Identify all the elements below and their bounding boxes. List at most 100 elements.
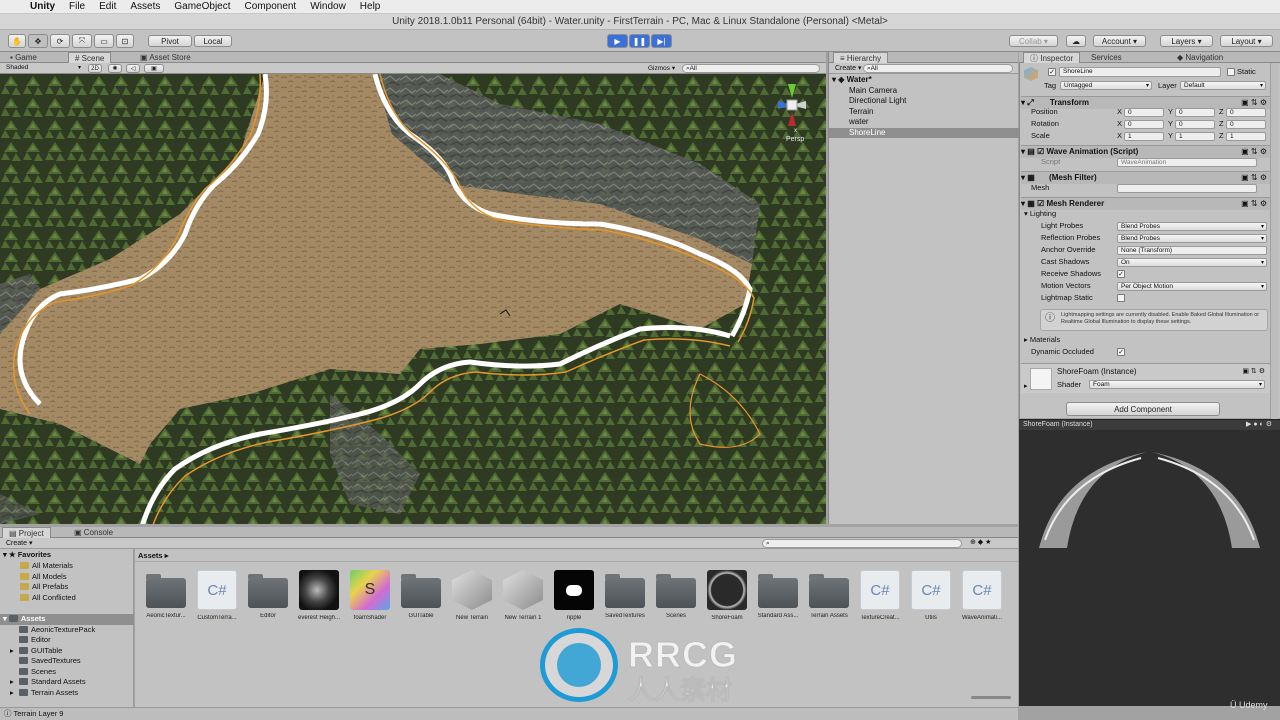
- shading-mode-dropdown[interactable]: Shaded: [3, 64, 83, 73]
- account-dropdown[interactable]: Account ▾: [1093, 35, 1146, 47]
- position-x-field[interactable]: 0: [1124, 108, 1164, 117]
- asset-item[interactable]: C# WaveAnimati...: [957, 570, 1007, 621]
- asset-item[interactable]: SfoamShader: [345, 570, 395, 621]
- tab-console[interactable]: ▣ Console: [68, 527, 119, 538]
- persp-label[interactable]: Persp: [786, 136, 804, 143]
- component-settings-icon[interactable]: ▣ ⇅ ⚙: [1242, 367, 1265, 375]
- tree-item[interactable]: Editor: [0, 635, 134, 646]
- tab-inspector[interactable]: ⓘ Inspector: [1023, 52, 1081, 63]
- hand-tool-icon[interactable]: ✋: [8, 34, 26, 48]
- tree-item[interactable]: ▸ GUITable: [0, 646, 134, 657]
- favorites-header[interactable]: ▾ ★ Favorites: [0, 550, 134, 561]
- tag-dropdown[interactable]: Untagged: [1060, 81, 1152, 90]
- hierarchy-search-input[interactable]: ⌕All: [863, 64, 1013, 73]
- material-preview[interactable]: [1019, 430, 1280, 706]
- tab-hierarchy[interactable]: ≡ Hierarchy: [833, 52, 889, 63]
- menu-component[interactable]: Component: [245, 1, 297, 12]
- menu-gameobject[interactable]: GameObject: [174, 1, 230, 12]
- hierarchy-scene-root[interactable]: ▾ ◈ Water*: [832, 75, 1022, 86]
- menu-edit[interactable]: Edit: [99, 1, 116, 12]
- project-create-button[interactable]: Create ▾: [6, 539, 32, 547]
- material-foldout-arrow[interactable]: ▸: [1024, 382, 1028, 390]
- mesh-field[interactable]: [1117, 184, 1257, 193]
- rotate-tool-icon[interactable]: ⟳: [50, 34, 70, 48]
- asset-item[interactable]: Scenes: [651, 570, 701, 619]
- hierarchy-item-water[interactable]: water: [829, 117, 1019, 128]
- tree-item[interactable]: AeonicTexturePack: [0, 625, 134, 636]
- layers-dropdown[interactable]: Layers ▾: [1160, 35, 1213, 47]
- reflection-probes-dropdown[interactable]: Blend Probes: [1117, 234, 1267, 243]
- preview-controls-icon[interactable]: ▶ ● ◐ ⚙: [1246, 420, 1272, 430]
- pivot-toggle[interactable]: Pivot: [148, 35, 192, 47]
- dynamic-occluded-checkbox[interactable]: ✓: [1117, 348, 1125, 356]
- audio-toggle-icon[interactable]: ◁: [126, 64, 140, 73]
- scene-search-input[interactable]: ⌕All: [682, 64, 820, 73]
- tree-expand-arrow[interactable]: ▸: [10, 688, 19, 699]
- tree-expand-arrow[interactable]: ▸: [10, 646, 19, 657]
- tree-item[interactable]: SavedTextures: [0, 656, 134, 667]
- menu-app[interactable]: Unity: [30, 1, 55, 12]
- asset-item[interactable]: C# TextureCreat...: [855, 570, 905, 621]
- menu-assets[interactable]: Assets: [130, 1, 160, 12]
- step-button[interactable]: ▶|: [651, 34, 672, 48]
- tab-project[interactable]: ▤ Project: [2, 527, 51, 538]
- scale-tool-icon[interactable]: ⤧: [72, 34, 92, 48]
- scene-gizmo[interactable]: x Persp: [772, 80, 812, 144]
- favorite-all-materials[interactable]: All Materials: [0, 561, 134, 572]
- inspector-scrollbar[interactable]: [1270, 63, 1278, 419]
- asset-item[interactable]: Standard Ass...: [753, 570, 803, 619]
- gizmos-dropdown[interactable]: Gizmos ▾: [648, 64, 675, 72]
- static-checkbox[interactable]: [1227, 68, 1235, 76]
- move-tool-icon[interactable]: ✥: [28, 34, 48, 48]
- lighting-toggle-icon[interactable]: ✺: [108, 64, 122, 73]
- asset-item[interactable]: Terrain Assets: [804, 570, 854, 619]
- asset-item[interactable]: AeonicTextur...: [141, 570, 191, 619]
- project-search-input[interactable]: ⌕: [762, 539, 962, 548]
- tree-item[interactable]: ▸ Standard Assets: [0, 677, 134, 688]
- asset-item[interactable]: SavedTextures: [600, 570, 650, 619]
- menu-file[interactable]: File: [69, 1, 85, 12]
- rotation-z-field[interactable]: 0: [1226, 120, 1266, 129]
- tree-expand-arrow[interactable]: ▸: [10, 677, 19, 688]
- layer-dropdown[interactable]: Default: [1180, 81, 1266, 90]
- asset-item[interactable]: C# Utils: [906, 570, 956, 621]
- materials-foldout[interactable]: ▸ Materials: [1021, 334, 1273, 346]
- assets-root[interactable]: ▾ Assets: [0, 614, 134, 625]
- icon-size-slider[interactable]: [971, 696, 1011, 699]
- scene-viewport[interactable]: x Persp: [0, 74, 826, 524]
- favorite-all-prefabs[interactable]: All Prefabs: [0, 582, 134, 593]
- tab-asset-store[interactable]: ▣ Asset Store: [134, 52, 197, 63]
- collab-dropdown[interactable]: Collab ▾: [1009, 35, 1058, 47]
- scale-y-field[interactable]: 1: [1175, 132, 1215, 141]
- hierarchy-item-terrain[interactable]: Terrain: [829, 107, 1019, 118]
- light-probes-dropdown[interactable]: Blend Probes: [1117, 222, 1267, 231]
- tree-item[interactable]: ▸ Terrain Assets: [0, 688, 134, 699]
- script-field[interactable]: WaveAnimation: [1117, 158, 1257, 167]
- rotation-x-field[interactable]: 0: [1124, 120, 1164, 129]
- rotation-y-field[interactable]: 0: [1175, 120, 1215, 129]
- object-name-field[interactable]: ShoreLine: [1059, 67, 1221, 77]
- position-y-field[interactable]: 0: [1175, 108, 1215, 117]
- material-preview-thumb[interactable]: [1030, 368, 1052, 390]
- asset-item[interactable]: ShoreFoam: [702, 570, 752, 621]
- scale-z-field[interactable]: 1: [1226, 132, 1266, 141]
- transform-tool-icon[interactable]: ⊡: [116, 34, 134, 48]
- shader-dropdown[interactable]: Foam: [1089, 380, 1265, 389]
- hierarchy-item-directional-light[interactable]: Directional Light: [829, 96, 1019, 107]
- tab-scene[interactable]: # Scene: [68, 52, 112, 63]
- tab-navigation[interactable]: ◆ Navigation: [1171, 52, 1229, 63]
- favorite-all-conflicted[interactable]: All Conflicted: [0, 593, 134, 604]
- active-checkbox[interactable]: ✓: [1048, 68, 1056, 76]
- hierarchy-item-main-camera[interactable]: Main Camera: [829, 86, 1019, 97]
- favorite-all-models[interactable]: All Models: [0, 572, 134, 583]
- asset-item[interactable]: GUITable: [396, 570, 446, 619]
- tab-game[interactable]: ▪ Game: [4, 52, 43, 63]
- menu-help[interactable]: Help: [360, 1, 381, 12]
- tab-services[interactable]: Services: [1085, 52, 1128, 63]
- lighting-foldout[interactable]: ▾ Lighting: [1021, 208, 1273, 220]
- rect-tool-icon[interactable]: ▭: [94, 34, 114, 48]
- motion-vectors-dropdown[interactable]: Per Object Motion: [1117, 282, 1267, 291]
- effects-toggle-icon[interactable]: ▣: [144, 64, 164, 73]
- asset-item[interactable]: Editor: [243, 570, 293, 619]
- receive-shadows-checkbox[interactable]: ✓: [1117, 270, 1125, 278]
